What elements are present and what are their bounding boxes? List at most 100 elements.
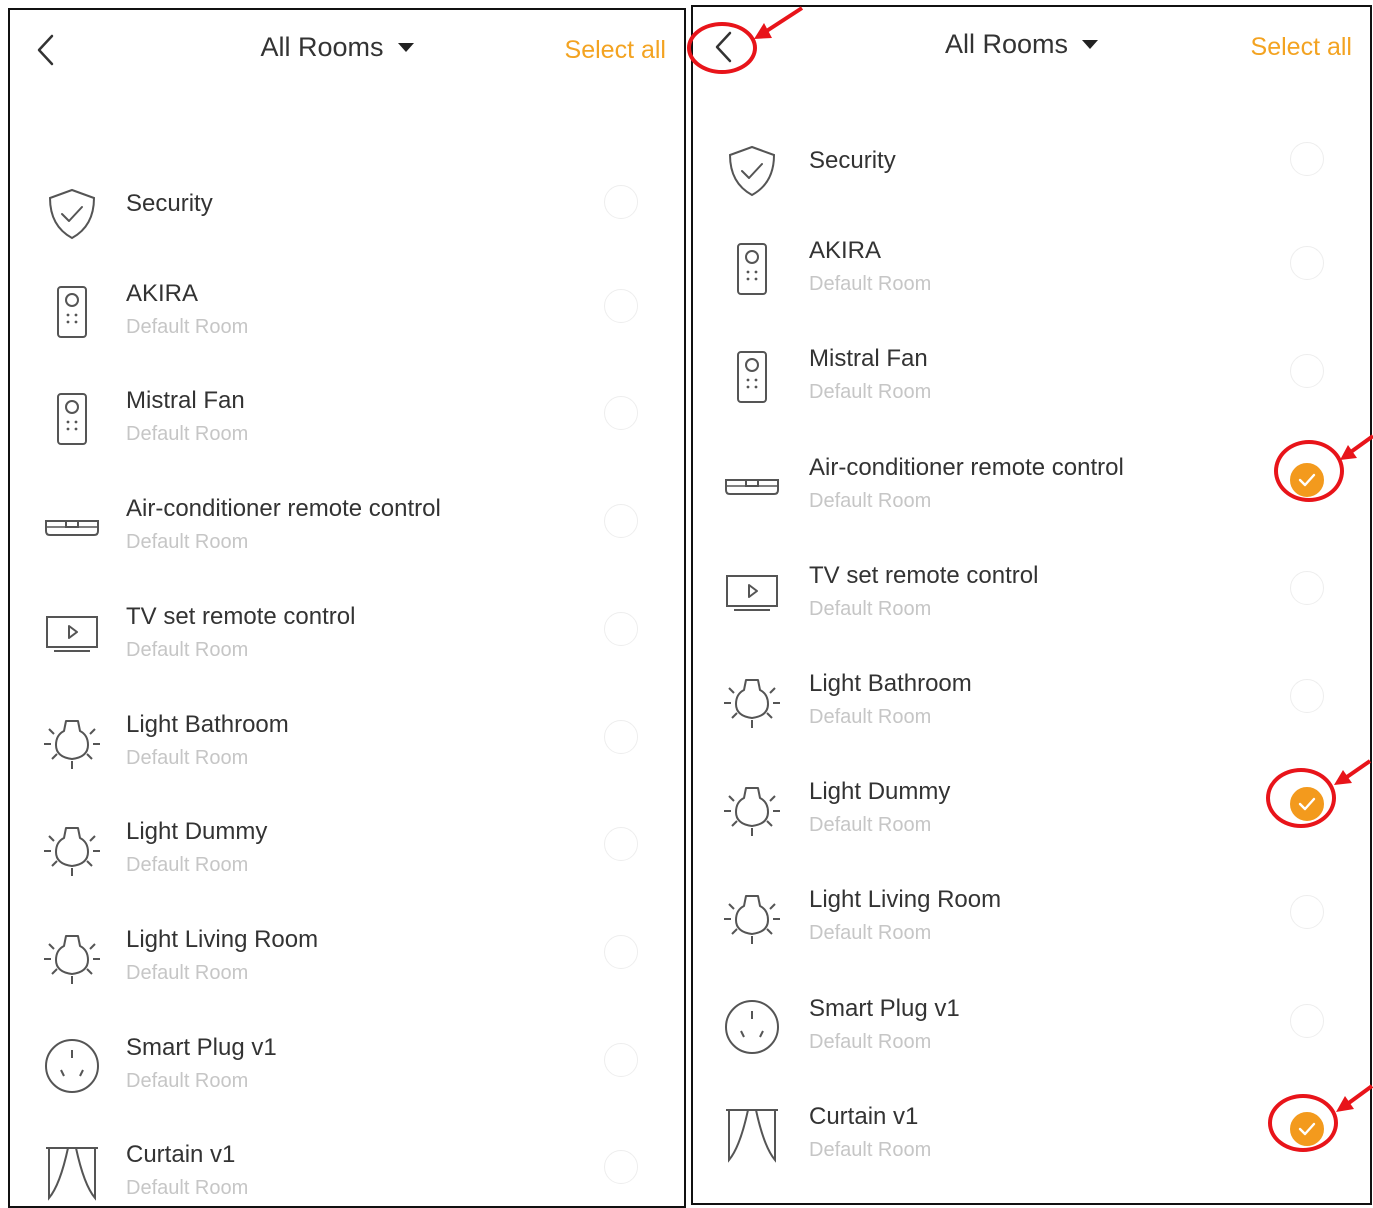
device-row[interactable]: Mistral Fan Default Room	[10, 384, 684, 484]
smart-plug-icon	[722, 997, 782, 1057]
checkbox[interactable]	[604, 719, 638, 754]
device-row[interactable]: Light Dummy Default Room	[10, 815, 684, 915]
room-filter-dropdown[interactable]: All Rooms	[944, 29, 1099, 60]
device-row[interactable]: TV set remote control Default Room	[693, 559, 1370, 659]
device-row[interactable]: Smart Plug v1 Default Room	[10, 1031, 684, 1131]
remote-icon	[42, 282, 102, 342]
screen-left: All Rooms Select all Security AKIRA Defaul…	[8, 8, 686, 1208]
device-row[interactable]: Smart Plug v1 Default Room	[693, 992, 1370, 1092]
checkbox[interactable]	[604, 185, 638, 219]
checkbox[interactable]	[604, 1042, 638, 1077]
checkbox[interactable]	[604, 504, 638, 539]
device-name: Light Bathroom	[126, 710, 289, 738]
device-name: Curtain v1	[809, 1102, 919, 1130]
back-button[interactable]	[32, 32, 62, 68]
remote-icon	[42, 389, 102, 449]
device-row[interactable]: AKIRA Default Room	[693, 234, 1370, 334]
device-name: Light Living Room	[126, 925, 319, 953]
light-bulb-icon	[722, 780, 782, 840]
chevron-left-icon	[37, 34, 54, 66]
caret-down-icon	[397, 43, 414, 52]
device-row[interactable]: AKIRA Default Room	[10, 277, 684, 377]
device-row[interactable]: Mistral Fan Default Room	[693, 342, 1370, 442]
select-all-button[interactable]: Select all	[1251, 33, 1352, 62]
device-name: Curtain v1	[126, 1141, 236, 1169]
device-name: Smart Plug v1	[126, 1033, 277, 1061]
device-room: Default Room	[809, 273, 932, 296]
checkbox[interactable]	[604, 827, 638, 862]
shield-icon	[722, 141, 782, 201]
device-name: Light Living Room	[809, 886, 1002, 914]
back-button[interactable]	[710, 29, 740, 65]
device-row[interactable]: Light Bathroom Default Room	[10, 708, 684, 808]
remote-icon	[722, 347, 782, 407]
device-room: Default Room	[126, 1177, 249, 1200]
device-room: Default Room	[126, 315, 249, 338]
light-bulb-icon	[722, 672, 782, 732]
device-room: Default Room	[809, 922, 932, 945]
device-room: Default Room	[809, 1138, 932, 1161]
device-room: Default Room	[126, 423, 249, 446]
checkbox[interactable]	[604, 934, 638, 969]
device-name: Air-conditioner remote control	[126, 495, 441, 523]
checkbox-checked[interactable]	[1290, 787, 1324, 822]
device-row[interactable]: TV set remote control Default Room	[10, 600, 684, 700]
light-bulb-icon	[722, 888, 782, 948]
top-bar: All Rooms Select all	[10, 10, 684, 90]
checkbox[interactable]	[604, 288, 638, 323]
device-row[interactable]: Curtain v1 Default Room	[693, 1100, 1370, 1200]
checkbox[interactable]	[604, 611, 638, 646]
device-name: Security	[126, 190, 213, 217]
device-row[interactable]: Security	[10, 169, 684, 269]
device-name: Smart Plug v1	[809, 994, 960, 1022]
device-name: TV set remote control	[126, 602, 356, 630]
checkbox-checked[interactable]	[1290, 462, 1324, 497]
checkbox[interactable]	[604, 1150, 638, 1185]
curtain-icon	[42, 1143, 102, 1203]
caret-down-icon	[1082, 40, 1099, 49]
device-name: AKIRA	[809, 237, 882, 265]
light-bulb-icon	[42, 713, 102, 773]
device-room: Default Room	[126, 961, 249, 984]
device-row[interactable]: Curtain v1 Default Room	[10, 1138, 684, 1206]
checkbox[interactable]	[1290, 895, 1324, 930]
device-row[interactable]: Light Dummy Default Room	[693, 775, 1370, 875]
device-room: Default Room	[126, 854, 249, 877]
checkbox[interactable]	[1290, 142, 1324, 176]
device-room: Default Room	[809, 814, 932, 837]
checkbox[interactable]	[1290, 1003, 1324, 1038]
checkbox-checked[interactable]	[1290, 1111, 1324, 1146]
device-room: Default Room	[809, 489, 932, 512]
checkbox[interactable]	[1290, 679, 1324, 713]
device-name: Light Bathroom	[809, 670, 972, 697]
device-row[interactable]: Air-conditioner remote control Default Ro…	[10, 492, 684, 592]
page-title: All Rooms	[944, 29, 1069, 59]
shield-icon	[42, 184, 102, 244]
device-name: Mistral Fan	[126, 387, 245, 415]
device-room: Default Room	[126, 638, 249, 661]
chevron-left-icon	[715, 31, 732, 63]
checkbox[interactable]	[1290, 246, 1324, 281]
device-row[interactable]: Light Living Room Default Room	[693, 883, 1370, 983]
device-name: Security	[809, 147, 896, 174]
tv-icon	[722, 564, 782, 624]
device-row[interactable]: Light Bathroom Default Room	[693, 667, 1370, 767]
device-room: Default Room	[126, 531, 249, 554]
device-row[interactable]: Light Living Room Default Room	[10, 923, 684, 1023]
device-name: AKIRA	[126, 279, 199, 307]
device-row[interactable]: Security	[693, 126, 1370, 226]
select-all-button[interactable]: Select all	[565, 36, 666, 65]
device-row[interactable]: Air-conditioner remote control Default Ro…	[693, 451, 1370, 551]
device-name: TV set remote control	[809, 561, 1039, 589]
checkbox[interactable]	[1290, 570, 1324, 605]
room-filter-dropdown[interactable]: All Rooms	[260, 32, 414, 63]
device-name: Air-conditioner remote control	[809, 453, 1124, 481]
checkbox[interactable]	[604, 396, 638, 431]
device-room: Default Room	[809, 1030, 932, 1053]
device-name: Light Dummy	[809, 778, 951, 806]
curtain-icon	[722, 1105, 782, 1165]
device-room: Default Room	[809, 381, 932, 404]
checkbox[interactable]	[1290, 354, 1324, 389]
air-conditioner-icon	[722, 456, 782, 516]
smart-plug-icon	[42, 1036, 102, 1096]
